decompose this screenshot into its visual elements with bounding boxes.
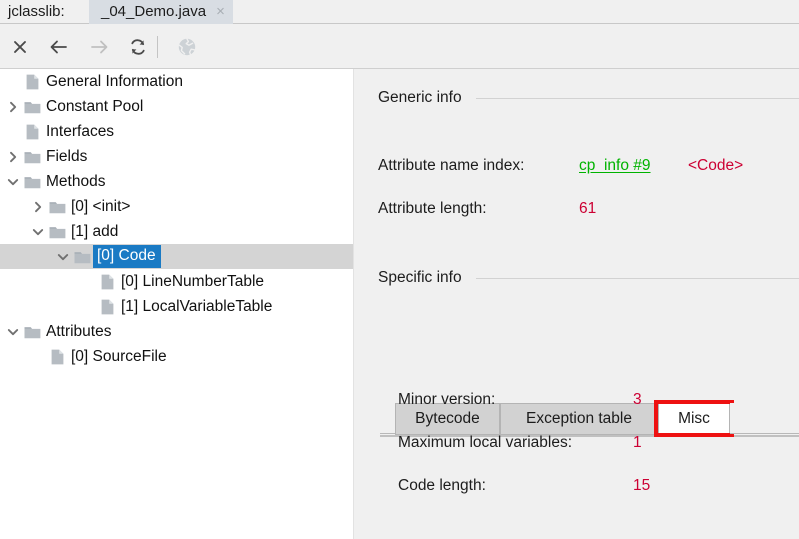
chevron-right-icon[interactable] [29, 194, 46, 219]
folder-icon [21, 94, 43, 119]
generic-info-title: Generic info [378, 89, 462, 106]
attribute-name-index-link[interactable]: cp_info #9 [579, 157, 651, 175]
tree-toggle-spacer [29, 344, 46, 369]
specific-info-header: Specific info [378, 269, 799, 287]
folder-icon [46, 194, 68, 219]
back-icon[interactable] [44, 32, 74, 62]
folder-icon [21, 144, 43, 169]
tab-misc[interactable]: Misc [658, 403, 730, 435]
tree-item-1-add[interactable]: [1] add [0, 219, 353, 244]
jclasslib-window: jclasslib: _04_Demo.java × General Infor… [0, 0, 799, 539]
detail-pane: Generic info Attribute name index: cp_in… [358, 69, 799, 539]
file-tab-label: _04_Demo.java [101, 3, 207, 20]
file-tab[interactable]: _04_Demo.java × [89, 0, 233, 24]
tree-toggle-spacer [4, 69, 21, 94]
reload-icon[interactable] [123, 32, 153, 62]
close-icon[interactable] [5, 32, 35, 62]
tree-item-label: [0] LineNumberTable [121, 272, 265, 290]
chevron-down-icon[interactable] [4, 169, 21, 194]
toolbar [0, 24, 799, 69]
tree-item-label: Fields [46, 147, 88, 165]
tree-item-label: [0] <init> [71, 197, 131, 215]
folder-icon [21, 319, 43, 344]
tree-item-label: [1] add [71, 222, 119, 240]
attribute-name-index-label: Attribute name index: [378, 157, 525, 174]
code-length-label: Code length: [398, 477, 486, 494]
folder-icon [71, 244, 93, 269]
app-title: jclasslib: [8, 3, 65, 20]
tree-item-0-init[interactable]: [0] <init> [0, 194, 353, 219]
tree-item-label: [0] SourceFile [71, 347, 167, 365]
maximum-local-variables-value: 1 [633, 434, 642, 451]
tree-item-methods[interactable]: Methods [0, 169, 353, 194]
tree-item-fields[interactable]: Fields [0, 144, 353, 169]
chevron-down-icon[interactable] [54, 244, 71, 269]
tree-toggle-spacer [79, 294, 96, 319]
tree-item-interfaces[interactable]: Interfaces [0, 119, 353, 144]
tree-item-label: Constant Pool [46, 97, 144, 115]
specific-info-title: Specific info [378, 269, 462, 286]
tab-strip-trailing-filler [730, 403, 799, 434]
tree-item-0-code[interactable]: [0] Code [0, 244, 353, 269]
titlebar: jclasslib: _04_Demo.java × [0, 0, 799, 24]
attribute-length-label: Attribute length: [378, 200, 487, 217]
chevron-right-icon[interactable] [4, 94, 21, 119]
file-icon [96, 269, 118, 294]
tree-item-attributes[interactable]: Attributes [0, 319, 353, 344]
folder-icon [46, 219, 68, 244]
tree-item-label: Attributes [46, 322, 112, 340]
file-icon [96, 294, 118, 319]
tree-pane[interactable]: General Information Constant Pool Interfac… [0, 69, 353, 539]
section-divider [475, 277, 799, 279]
tree-item-label: [0] Code [93, 245, 161, 268]
tree-item-label: [1] LocalVariableTable [121, 297, 273, 315]
forward-icon [84, 32, 114, 62]
chevron-down-icon[interactable] [29, 219, 46, 244]
attribute-name-index-resolved: <Code> [688, 157, 744, 174]
file-icon [21, 119, 43, 144]
tree-item-general-information[interactable]: General Information [0, 69, 353, 94]
tree-item-label: General Information [46, 72, 183, 90]
maximum-local-variables-label: Maximum local variables: [398, 434, 572, 451]
tab-label: Bytecode [415, 410, 480, 427]
generic-info-header: Generic info [378, 89, 799, 107]
minor-version-label: Minor version: [398, 391, 496, 408]
tree-item-label: Methods [46, 172, 106, 190]
tree-toggle-spacer [4, 119, 21, 144]
browse-icon [172, 32, 202, 62]
close-icon[interactable]: × [216, 4, 225, 20]
class-structure-tree[interactable]: General Information Constant Pool Interfac… [0, 69, 353, 369]
tree-item-0-sourcefile[interactable]: [0] SourceFile [0, 344, 353, 369]
file-icon [21, 69, 43, 94]
tree-item-0-linenumbertable[interactable]: [0] LineNumberTable [0, 269, 353, 294]
chevron-down-icon[interactable] [4, 319, 21, 344]
attribute-length-value: 61 [579, 200, 597, 217]
tab-strip-leading-filler [380, 403, 395, 434]
tree-item-constant-pool[interactable]: Constant Pool [0, 94, 353, 119]
tab-label: Exception table [526, 410, 632, 427]
tree-item-label: Interfaces [46, 122, 115, 140]
tree-toggle-spacer [79, 269, 96, 294]
tab-label: Misc [678, 410, 710, 427]
folder-icon [21, 169, 43, 194]
tree-item-1-localvariabletable[interactable]: [1] LocalVariableTable [0, 294, 353, 319]
chevron-right-icon[interactable] [4, 144, 21, 169]
file-icon [46, 344, 68, 369]
section-divider [475, 97, 799, 99]
toolbar-separator [157, 36, 158, 58]
minor-version-value: 3 [633, 391, 642, 408]
code-length-value: 15 [633, 477, 651, 494]
